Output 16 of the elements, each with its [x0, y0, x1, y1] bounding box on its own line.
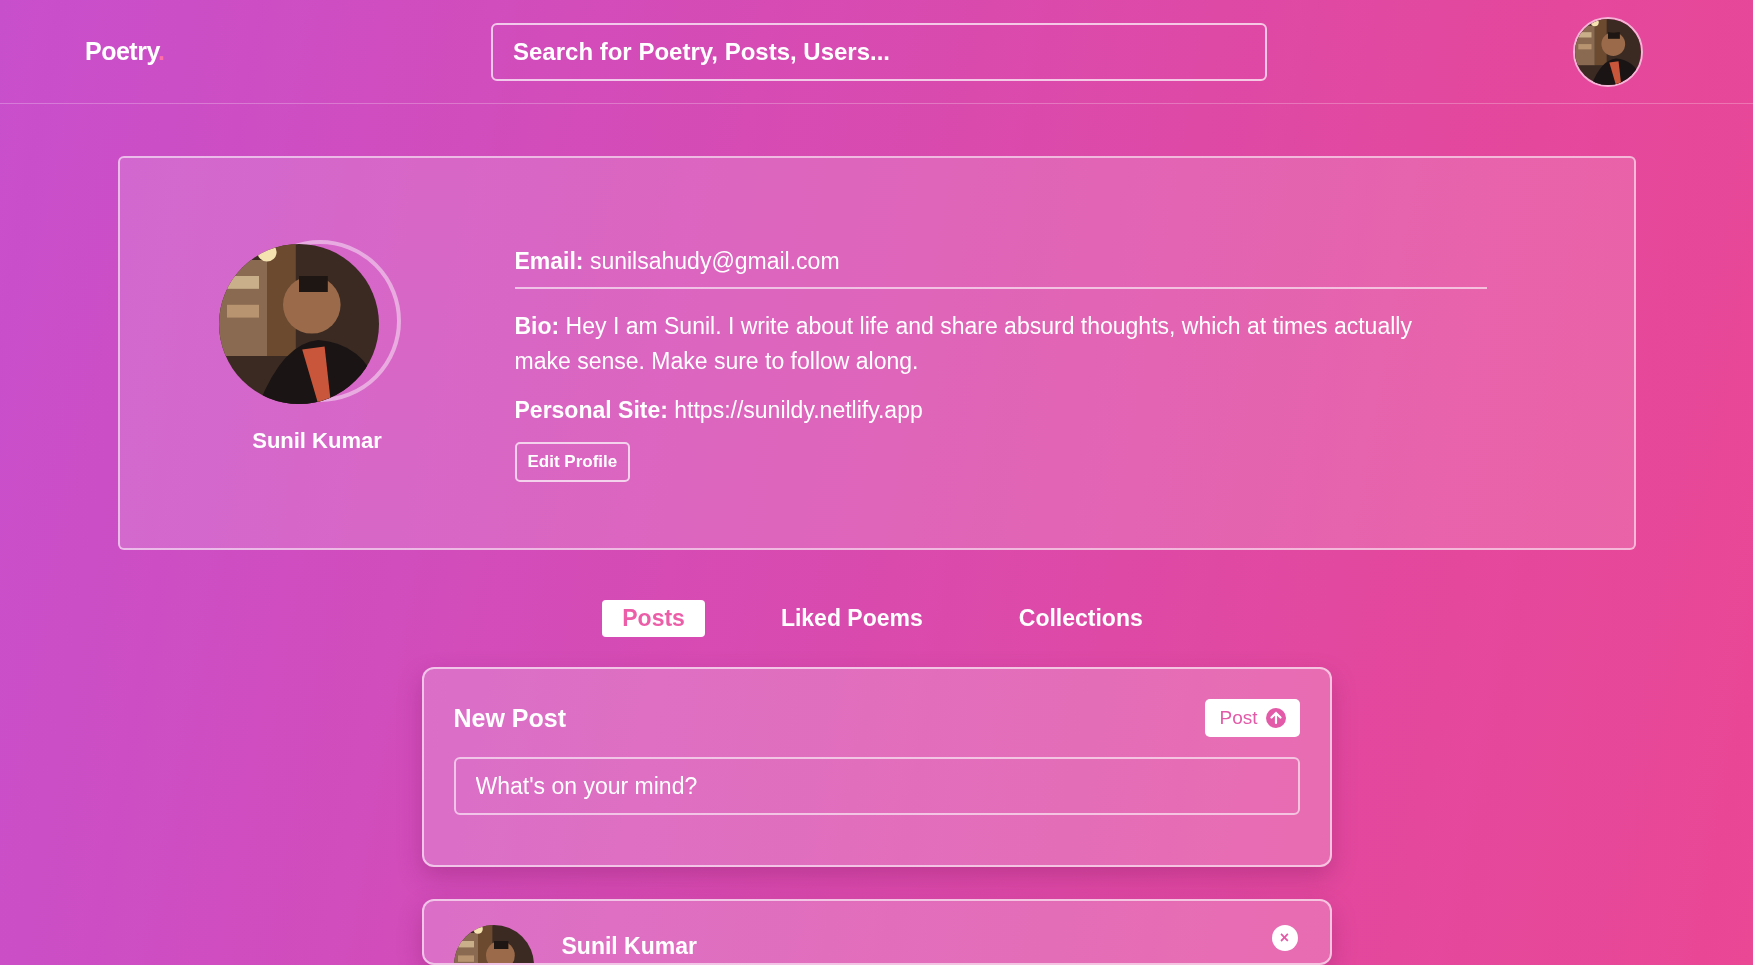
profile-field: Bio: Hey I am Sunil. I write about life and share absurd thoughts, which at times actually make sense. Make sure to follow along. [514, 309, 1435, 379]
tab[interactable]: Posts [602, 600, 705, 637]
post-button[interactable]: Post [1205, 699, 1300, 737]
profile-field: Personal Site: https://sunildy.netlify.app [514, 393, 1435, 428]
edit-profile-button[interactable]: Edit Profile [514, 442, 631, 482]
profile-field: Email: sunilsahudy@gmail.com [514, 244, 1487, 289]
close-button[interactable]: × [1271, 925, 1298, 951]
search-field[interactable]: Search for Poetry, Posts, Users... [491, 22, 1267, 81]
logo[interactable]: Poetry. [85, 37, 175, 66]
profile-name: Sunil Kumar [252, 428, 382, 454]
tab[interactable]: Collections [998, 600, 1163, 637]
new-post-title: New Post [453, 703, 567, 733]
tab[interactable]: Liked Poems [760, 600, 943, 637]
post-input-field[interactable]: What's on your mind? [453, 757, 1300, 815]
post-author: Sunil Kumar [561, 933, 698, 960]
arrow-up-icon [1265, 708, 1286, 728]
